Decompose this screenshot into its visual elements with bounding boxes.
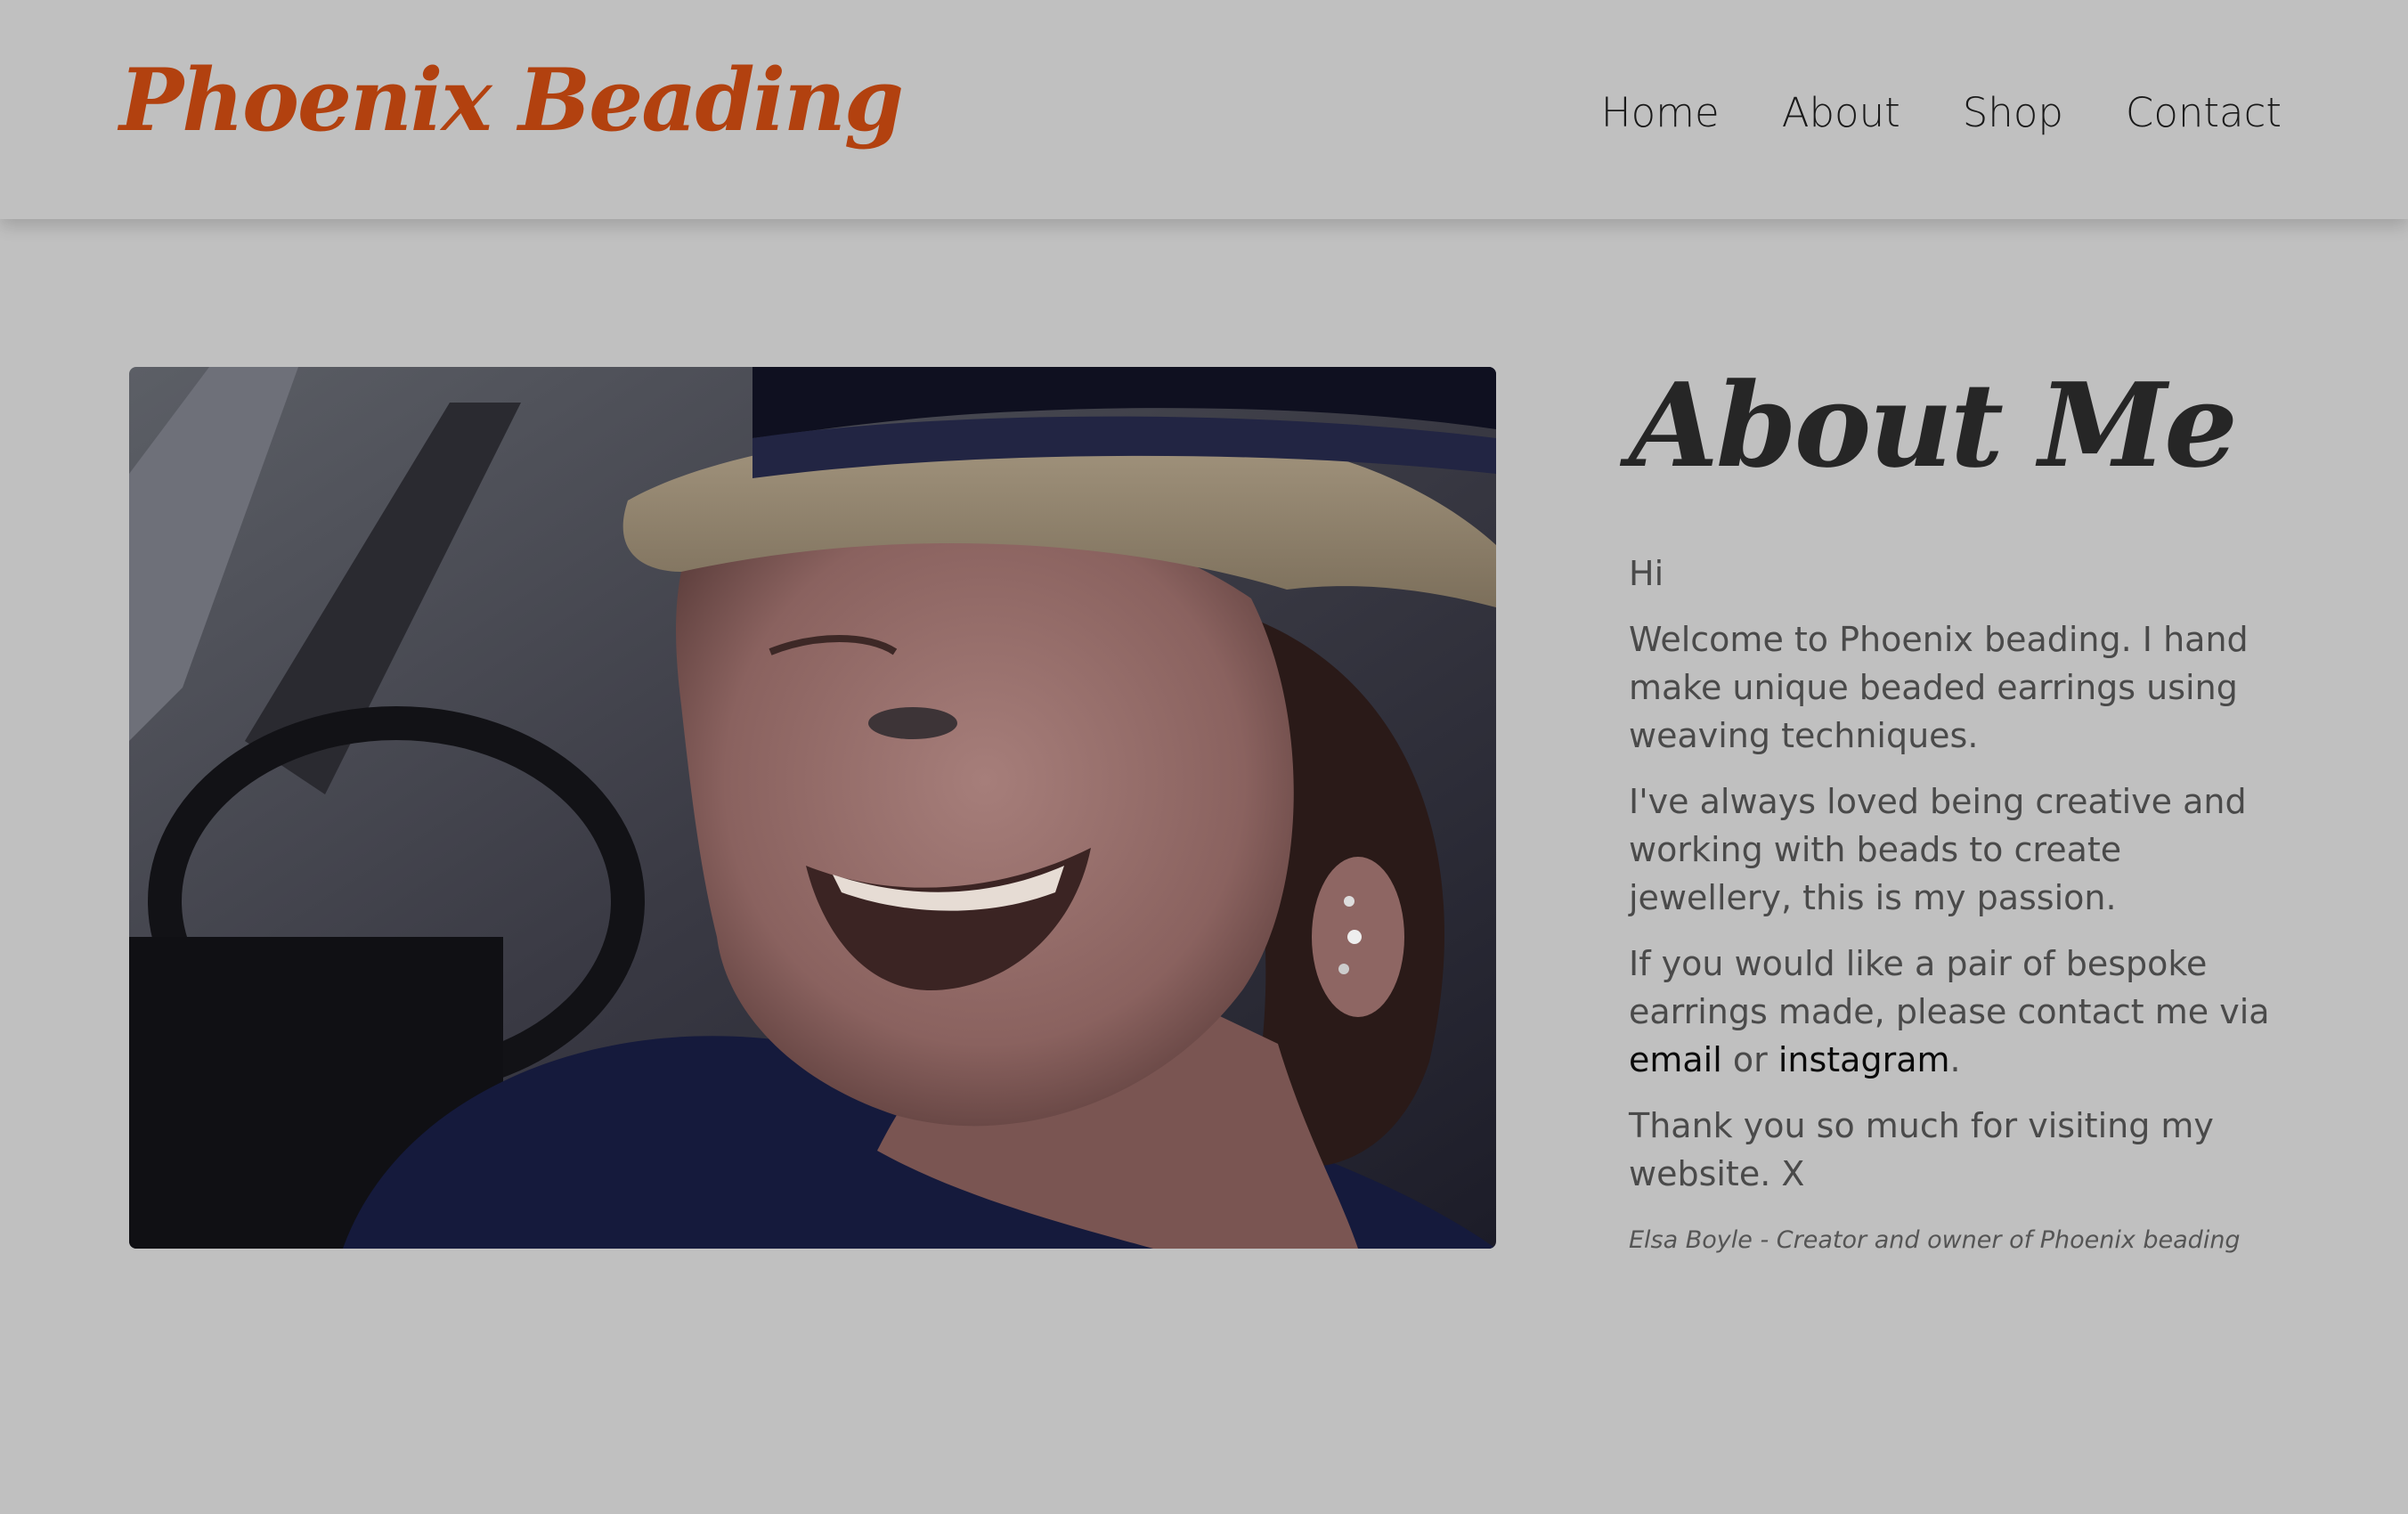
- intro-paragraph: Welcome to Phoenix beading. I hand make …: [1629, 619, 2249, 755]
- nav-shop[interactable]: Shop: [1963, 89, 2063, 136]
- about-content: About Me Hi Welcome to Phoenix beading. …: [1629, 357, 2288, 1254]
- contact-text-before: If you would like a pair of bespoke earr…: [1629, 943, 2270, 1031]
- thanks-paragraph: Thank you so much for visiting my websit…: [1629, 1105, 2214, 1193]
- nav-about[interactable]: About: [1782, 89, 1900, 136]
- passion-paragraph: I've always loved being creative and wor…: [1629, 781, 2247, 917]
- email-link[interactable]: email: [1629, 1040, 1722, 1079]
- contact-paragraph: If you would like a pair of bespoke earr…: [1629, 940, 2288, 1084]
- about-title: About Me: [1629, 357, 2238, 493]
- contact-text-after: .: [1949, 1039, 1961, 1079]
- signature: Elsa Boyle - Creator and owner of Phoeni…: [1629, 1225, 2241, 1254]
- nav-home[interactable]: Home: [1601, 89, 1720, 136]
- about-photo-illustration: [129, 367, 1496, 1249]
- instagram-link[interactable]: instagram: [1778, 1040, 1950, 1079]
- site-header: Phoenix Beading Home About Shop Contact: [0, 0, 2408, 219]
- contact-text-middle: or: [1721, 1039, 1778, 1079]
- main-nav: Home About Shop Contact: [1601, 89, 2282, 136]
- greeting-text: Hi: [1629, 553, 1664, 593]
- nav-contact[interactable]: Contact: [2126, 89, 2282, 136]
- about-photo: [129, 367, 1496, 1249]
- site-logo[interactable]: Phoenix Beading: [119, 50, 904, 151]
